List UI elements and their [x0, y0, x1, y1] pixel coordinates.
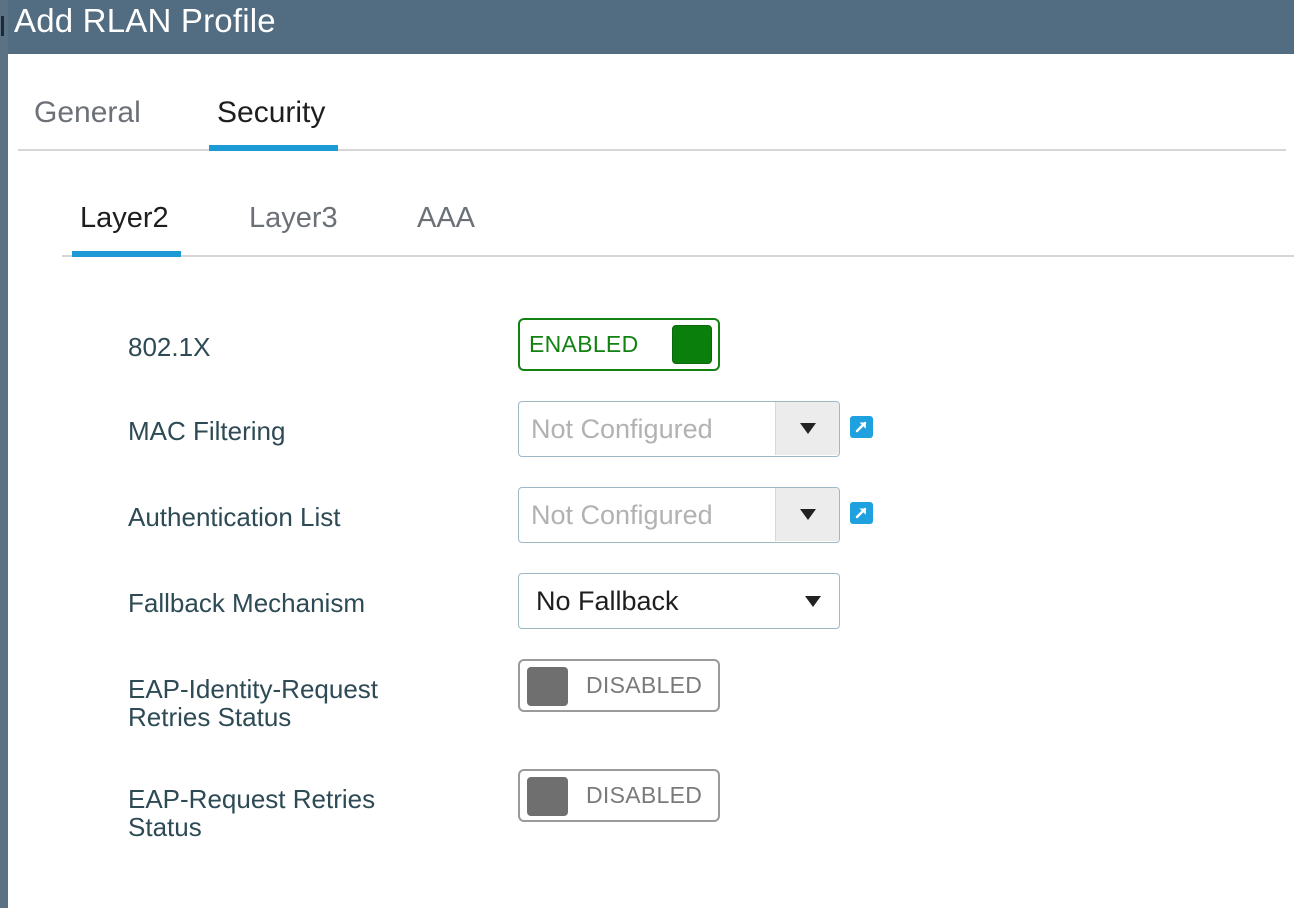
eap-request-retries-toggle-state: DISABLED [586, 782, 703, 808]
dot1x-toggle[interactable]: ENABLED [518, 318, 720, 371]
tab-layer3[interactable]: Layer3 [249, 202, 338, 235]
eap-request-retries-label-line2: Status [128, 812, 202, 842]
eap-identity-request-retries-toggle-state: DISABLED [586, 672, 703, 698]
eap-identity-request-retries-label-line2: Retries Status [128, 702, 292, 732]
mac-filtering-external-link-icon[interactable] [850, 416, 873, 438]
tab-security[interactable]: Security [217, 96, 325, 130]
authentication-list-dropdown-button[interactable] [775, 488, 839, 541]
background-window-edge [0, 0, 8, 908]
mac-filtering-label: MAC Filtering [128, 416, 286, 446]
chevron-down-icon [800, 509, 816, 520]
authentication-list-value: Not Configured [531, 500, 713, 530]
tab-security-label: Security [217, 96, 326, 129]
tab-aaa[interactable]: AAA [417, 202, 475, 235]
tab-layer2-label: Layer2 [80, 202, 169, 234]
authentication-list-external-link-icon[interactable] [850, 502, 873, 524]
tab-general-label: General [34, 96, 141, 129]
mac-filtering-value: Not Configured [531, 414, 713, 444]
sub-tab-bar: Layer2 Layer3 AAA [62, 202, 1294, 257]
eap-request-retries-label: EAP-Request Retries Status [128, 785, 375, 841]
eap-request-retries-toggle[interactable]: DISABLED [518, 769, 720, 822]
fallback-mechanism-label: Fallback Mechanism [128, 588, 365, 618]
background-window-edge-mark [1, 16, 4, 36]
dialog-header: Add RLAN Profile [8, 0, 1294, 54]
eap-identity-request-retries-label: EAP-Identity-Request Retries Status [128, 675, 378, 731]
eap-identity-request-retries-label-line1: EAP-Identity-Request [128, 674, 379, 704]
fallback-mechanism-value: No Fallback [536, 586, 679, 616]
eap-request-retries-toggle-knob [527, 777, 568, 816]
eap-identity-request-retries-toggle[interactable]: DISABLED [518, 659, 720, 712]
dialog-title: Add RLAN Profile [14, 2, 276, 39]
eap-identity-request-retries-toggle-knob [527, 667, 568, 706]
tab-layer2-active-indicator [72, 251, 181, 257]
tab-layer2[interactable]: Layer2 [80, 202, 169, 235]
chevron-down-icon [805, 596, 821, 607]
tab-general[interactable]: General [34, 96, 141, 130]
dot1x-toggle-state: ENABLED [529, 331, 639, 357]
tab-layer3-label: Layer3 [249, 202, 338, 234]
tab-security-active-indicator [209, 145, 338, 151]
main-tab-bar: General Security [18, 96, 1286, 151]
dot1x-toggle-knob [672, 325, 712, 364]
fallback-mechanism-select[interactable]: No Fallback [518, 573, 840, 629]
eap-request-retries-label-line1: EAP-Request Retries [128, 784, 376, 814]
tab-aaa-label: AAA [417, 202, 476, 234]
chevron-down-icon [800, 423, 816, 434]
authentication-list-select[interactable]: Not Configured [518, 487, 840, 543]
mac-filtering-select[interactable]: Not Configured [518, 401, 840, 457]
authentication-list-label: Authentication List [128, 502, 341, 532]
dot1x-label: 802.1X [128, 332, 211, 362]
mac-filtering-dropdown-button[interactable] [775, 402, 839, 455]
